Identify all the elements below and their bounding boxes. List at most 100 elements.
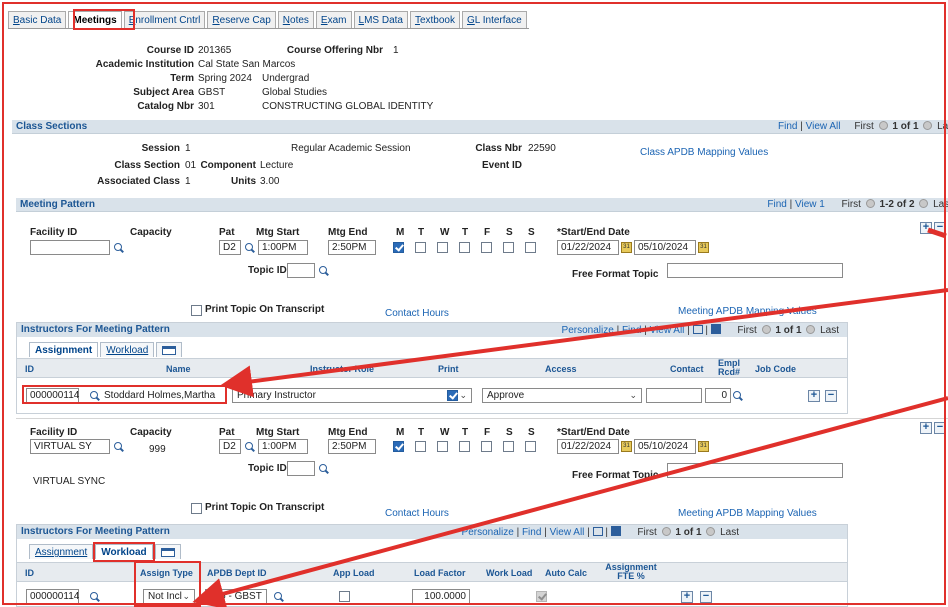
add-row-icon[interactable]: + bbox=[920, 222, 932, 234]
personalize-link[interactable]: Personalize bbox=[462, 527, 514, 538]
pat-lookup-icon[interactable] bbox=[244, 242, 256, 254]
contact-input[interactable] bbox=[646, 388, 702, 403]
empl-rcd-lookup-icon[interactable] bbox=[732, 390, 744, 402]
tab-assignment[interactable]: Assignment bbox=[29, 342, 99, 357]
next-icon[interactable] bbox=[923, 121, 933, 130]
start-date-input[interactable]: 01/22/2024 bbox=[557, 240, 619, 255]
zoom-icon[interactable] bbox=[592, 527, 603, 536]
meeting-pattern-view-link[interactable]: View 1 bbox=[795, 199, 825, 210]
view-all-link[interactable]: View All bbox=[650, 325, 685, 336]
tab-notes[interactable]: Notes bbox=[277, 11, 314, 28]
class-sections-view-all-link[interactable]: View All bbox=[806, 121, 841, 132]
contact-hours-link[interactable]: Contact Hours bbox=[385, 508, 449, 519]
mtg-start-input[interactable]: 1:00PM bbox=[258, 240, 308, 255]
meeting-apdb-mapping-link[interactable]: Meeting APDB Mapping Values bbox=[678, 508, 817, 519]
pat-lookup-icon[interactable] bbox=[244, 441, 256, 453]
day-checkbox-wednesday[interactable] bbox=[437, 441, 448, 452]
delete-row-icon[interactable]: − bbox=[934, 422, 946, 434]
add-row-icon[interactable]: + bbox=[808, 390, 820, 402]
apdb-dept-id-input[interactable]: 375 - GBST bbox=[205, 589, 267, 604]
tab-enrollment-cntrl[interactable]: Enrollment Cntrl bbox=[123, 11, 206, 28]
mtg-start-input[interactable]: 1:00PM bbox=[258, 439, 308, 454]
day-checkbox-thursday[interactable] bbox=[459, 242, 470, 253]
end-date-input[interactable]: 05/10/2024 bbox=[634, 240, 696, 255]
previous-icon[interactable] bbox=[661, 527, 671, 536]
day-checkbox-friday[interactable] bbox=[481, 242, 492, 253]
instructor-lookup-icon[interactable] bbox=[89, 591, 101, 603]
next-icon[interactable] bbox=[919, 199, 929, 208]
empl-rcd-input[interactable]: 0 bbox=[705, 388, 731, 403]
end-date-input[interactable]: 05/10/2024 bbox=[634, 439, 696, 454]
start-date-input[interactable]: 01/22/2024 bbox=[557, 439, 619, 454]
topic-id-input[interactable] bbox=[287, 461, 315, 476]
tab-workload[interactable]: Workload bbox=[95, 544, 153, 559]
topic-id-input[interactable] bbox=[287, 263, 315, 278]
tab-workload[interactable]: Workload bbox=[100, 342, 155, 357]
delete-row-icon[interactable]: − bbox=[700, 591, 712, 603]
download-icon[interactable] bbox=[610, 526, 621, 536]
day-checkbox-sunday[interactable] bbox=[525, 441, 536, 452]
print-topic-checkbox[interactable] bbox=[191, 305, 202, 316]
personalize-link[interactable]: Personalize bbox=[562, 325, 614, 336]
day-checkbox-wednesday[interactable] bbox=[437, 242, 448, 253]
facility-lookup-icon[interactable] bbox=[113, 441, 125, 453]
next-icon[interactable] bbox=[706, 527, 716, 536]
tab-reserve-cap[interactable]: Reserve Cap bbox=[207, 11, 276, 28]
class-apdb-mapping-link[interactable]: Class APDB Mapping Values bbox=[640, 147, 768, 158]
meeting-pattern-find-link[interactable]: Find bbox=[767, 199, 786, 210]
instructor-lookup-icon[interactable] bbox=[89, 390, 101, 402]
tab-basic-data[interactable]: Basic Data bbox=[8, 11, 67, 28]
class-sections-find-link[interactable]: Find bbox=[778, 121, 797, 132]
find-link[interactable]: Find bbox=[622, 325, 641, 336]
app-load-checkbox[interactable] bbox=[339, 591, 350, 602]
instructor-id-input[interactable]: 000000114 bbox=[26, 388, 79, 403]
delete-row-icon[interactable]: − bbox=[934, 222, 946, 234]
calendar-icon[interactable]: 31 bbox=[621, 242, 632, 253]
delete-row-icon[interactable]: − bbox=[825, 390, 837, 402]
access-select[interactable]: Approve ⌄ bbox=[482, 388, 642, 403]
calendar-icon[interactable]: 31 bbox=[698, 242, 709, 253]
day-checkbox-thursday[interactable] bbox=[459, 441, 470, 452]
day-checkbox-friday[interactable] bbox=[481, 441, 492, 452]
day-checkbox-tuesday[interactable] bbox=[415, 441, 426, 452]
free-format-topic-input[interactable] bbox=[667, 463, 843, 478]
show-all-columns-tab[interactable] bbox=[154, 544, 181, 559]
pat-input[interactable]: D2 bbox=[219, 439, 241, 454]
tab-textbook[interactable]: Textbook bbox=[409, 11, 460, 28]
print-topic-checkbox[interactable] bbox=[191, 503, 202, 514]
pat-input[interactable]: D2 bbox=[219, 240, 241, 255]
day-checkbox-saturday[interactable] bbox=[503, 441, 514, 452]
mtg-end-input[interactable]: 2:50PM bbox=[328, 240, 376, 255]
tab-meetings[interactable]: Meetings bbox=[68, 11, 122, 28]
free-format-topic-input[interactable] bbox=[667, 263, 843, 278]
instructor-role-select[interactable]: Primary Instructor ⌄ bbox=[232, 388, 472, 403]
tab-lms-data[interactable]: LMS Data bbox=[353, 11, 408, 28]
zoom-icon[interactable] bbox=[692, 325, 703, 334]
meeting-apdb-mapping-link[interactable]: Meeting APDB Mapping Values bbox=[678, 306, 817, 317]
day-checkbox-monday[interactable] bbox=[393, 242, 404, 253]
print-checkbox[interactable] bbox=[447, 390, 458, 401]
previous-icon[interactable] bbox=[878, 121, 888, 130]
assign-type-select[interactable]: Not Incl ⌄ bbox=[143, 589, 195, 604]
facility-id-input[interactable] bbox=[30, 240, 110, 255]
day-checkbox-tuesday[interactable] bbox=[415, 242, 426, 253]
add-row-icon[interactable]: + bbox=[681, 591, 693, 603]
tab-gl-interface[interactable]: GL Interface bbox=[462, 11, 527, 28]
mtg-end-input[interactable]: 2:50PM bbox=[328, 439, 376, 454]
calendar-icon[interactable]: 31 bbox=[698, 441, 709, 452]
view-all-link[interactable]: View All bbox=[550, 527, 585, 538]
load-factor-input[interactable]: 100.0000 bbox=[412, 589, 470, 604]
contact-hours-link[interactable]: Contact Hours bbox=[385, 308, 449, 319]
facility-id-input[interactable]: VIRTUAL SY bbox=[30, 439, 110, 454]
day-checkbox-sunday[interactable] bbox=[525, 242, 536, 253]
tab-exam[interactable]: Exam bbox=[315, 11, 352, 28]
calendar-icon[interactable]: 31 bbox=[621, 441, 632, 452]
tab-assignment[interactable]: Assignment bbox=[29, 544, 94, 559]
previous-icon[interactable] bbox=[865, 199, 875, 208]
add-row-icon[interactable]: + bbox=[920, 422, 932, 434]
previous-icon[interactable] bbox=[761, 325, 771, 334]
find-link[interactable]: Find bbox=[522, 527, 541, 538]
instructor-id-input[interactable]: 000000114 bbox=[26, 589, 79, 604]
day-checkbox-monday[interactable] bbox=[393, 441, 404, 452]
day-checkbox-saturday[interactable] bbox=[503, 242, 514, 253]
